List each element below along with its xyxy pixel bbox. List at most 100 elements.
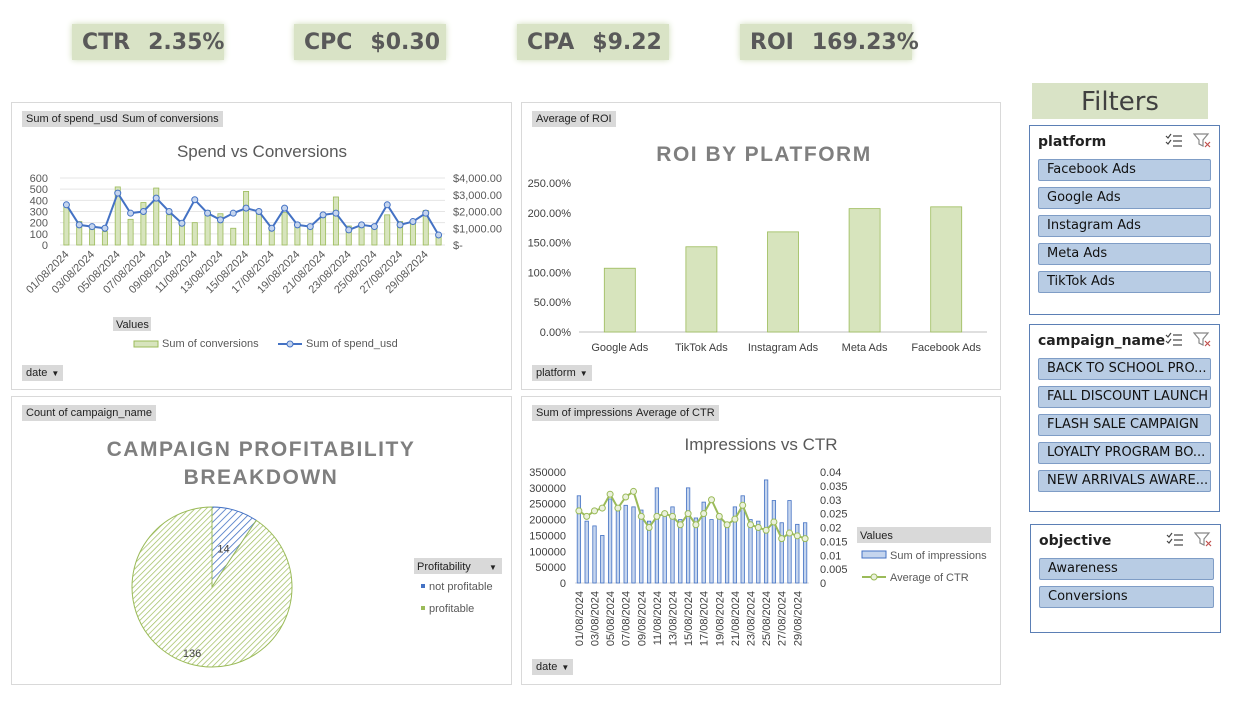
spend-point (242, 204, 250, 212)
dropdown-arrow-icon: ▼ (51, 369, 60, 378)
spend-point (255, 208, 263, 215)
spend-point (370, 223, 378, 231)
spend-point (358, 221, 366, 229)
slicer-item-back-to-school[interactable]: BACK TO SCHOOL PRO... (1038, 358, 1211, 380)
roi-platform-chart-panel[interactable]: Average of ROI ROI BY PLATFORM 250.00% 20… (521, 102, 1001, 390)
kpi-cpc-label: CPC (304, 29, 353, 55)
impressions-bar (615, 506, 621, 584)
spend-point (396, 221, 404, 229)
values-label: Values (860, 530, 893, 542)
legend-conversions: Sum of conversions (162, 338, 259, 350)
date-axis-button[interactable]: date ▼ (532, 659, 574, 675)
impressions-bar (623, 504, 628, 584)
conversions-bar (191, 222, 198, 246)
legend-spend: Sum of spend_usd (306, 338, 398, 350)
x-tick-label: 15/08/2024 (683, 591, 695, 646)
conversions-bar (281, 212, 288, 246)
profitability-chart-panel[interactable]: Count of campaign_name CAMPAIGN PROFITAB… (11, 396, 512, 685)
clear-filter-icon[interactable] (1193, 331, 1211, 347)
y2-tick-label: 0.035 (820, 481, 848, 493)
ctr-point (700, 510, 708, 518)
kpi-cpa-value: $9.22 (592, 29, 662, 55)
chart-title: Spend vs Conversions (177, 142, 347, 161)
slicer-item-google-ads[interactable]: Google Ads (1038, 187, 1211, 209)
slicer-item-new-arrivals[interactable]: NEW ARRIVALS AWARE... (1038, 470, 1211, 492)
spend-point (306, 223, 314, 231)
roi-bar (603, 267, 636, 333)
slicer-item-loyalty-program[interactable]: LOYALTY PROGRAM BO... (1038, 442, 1211, 464)
impressions-bar (662, 514, 667, 584)
y2-tick-label: $2,000.00 (453, 207, 502, 219)
platform-axis-label: platform (536, 367, 576, 379)
impressions-bar (748, 519, 753, 584)
spend-conversions-chart-panel[interactable]: Sum of spend_usd Sum of conversions Spen… (11, 102, 512, 390)
slicer-item-conversions[interactable]: Conversions (1039, 586, 1214, 608)
ctr-point (739, 501, 747, 509)
x-tick-label: 09/08/2024 (636, 591, 648, 646)
conversions-bar (409, 223, 416, 246)
slicer-item-tiktok-ads[interactable]: TikTok Ads (1038, 271, 1211, 293)
date-axis-button[interactable]: date ▼ (22, 365, 64, 381)
ctr-point (762, 526, 770, 534)
dropdown-arrow-icon: ▼ (561, 663, 570, 672)
x-tick-label: 23/08/2024 (746, 591, 758, 646)
impressions-bar (584, 520, 589, 584)
slicer-title: platform (1038, 134, 1107, 150)
ctr-point (747, 521, 754, 529)
ctr-point (669, 512, 676, 520)
y-tick-label: 50000 (535, 562, 566, 574)
slicer-item-instagram-ads[interactable]: Instagram Ads (1038, 215, 1211, 237)
clear-filter-icon[interactable] (1193, 132, 1211, 148)
multi-select-icon[interactable] (1165, 331, 1183, 347)
ctr-point (801, 535, 809, 543)
multi-select-icon[interactable] (1165, 132, 1183, 148)
spend-point (165, 208, 173, 215)
y-tick-label: 200.00% (528, 208, 572, 220)
slicer-item-fall-discount[interactable]: FALL DISCOUNT LAUNCH (1038, 386, 1211, 408)
legend-swatch-not-profitable (421, 584, 425, 588)
x-tick-label: 05/08/2024 (605, 591, 617, 646)
slicer-campaign-name[interactable]: campaign_name BACK TO SCHOOL PRO... FALL… (1029, 324, 1220, 512)
slicer-item-flash-sale[interactable]: FLASH SALE CAMPAIGN (1038, 414, 1211, 436)
spend-point (88, 223, 96, 231)
ctr-point (754, 524, 762, 531)
x-tick-label: 19/08/2024 (714, 591, 726, 646)
ctr-point (575, 507, 583, 515)
x-tick-label: 29/08/2024 (792, 591, 804, 646)
y-tick-label: 100000 (529, 546, 566, 558)
legend-swatch-profitable (421, 606, 425, 610)
spend-line (65, 190, 440, 236)
kpi-roi: ROI 169.23% (740, 24, 919, 60)
date-axis-label: date (26, 367, 48, 379)
legend-not-profitable: not profitable (429, 581, 493, 593)
impressions-ctr-chart: Impressions vs CTR 350000 300000 250000 200… (529, 435, 991, 646)
ctr-point (676, 521, 684, 529)
slicer-item-facebook-ads[interactable]: Facebook Ads (1038, 159, 1211, 181)
multi-select-icon[interactable] (1166, 531, 1184, 547)
legend-profitable: profitable (429, 603, 474, 615)
spend-point (178, 219, 186, 227)
kpi-roi-label: ROI (750, 29, 794, 55)
filters-heading: Filters (1032, 83, 1208, 119)
conversions-bar (384, 214, 391, 246)
slicer-objective[interactable]: objective Awareness Conversions (1030, 524, 1221, 633)
impressions-ctr-chart-panel[interactable]: Sum of impressions Average of CTR Impres… (521, 396, 1001, 685)
clear-filter-icon[interactable] (1194, 531, 1212, 547)
roi-bar (685, 246, 718, 333)
y2-tick-label: $1,000.00 (453, 223, 502, 235)
impressions-bar (787, 500, 792, 584)
slicer-toolbar (1165, 132, 1211, 148)
slicer-item-awareness[interactable]: Awareness (1039, 558, 1214, 580)
platform-axis-button[interactable]: platform ▼ (532, 365, 592, 381)
kpi-cpa-label: CPA (527, 29, 575, 55)
conversions-bar (101, 231, 108, 246)
legend-swatch-spend-marker (286, 340, 294, 348)
slicer-platform[interactable]: platform Facebook Ads Google Ads Instagr… (1029, 125, 1220, 315)
spend-point (152, 194, 160, 202)
spend-point (409, 218, 417, 226)
kpi-ctr-label: CTR (82, 29, 131, 55)
legend-swatch-impressions (861, 550, 887, 559)
slicer-item-meta-ads[interactable]: Meta Ads (1038, 243, 1211, 265)
kpi-roi-value: 169.23% (811, 29, 919, 55)
impressions-bar (654, 487, 660, 584)
